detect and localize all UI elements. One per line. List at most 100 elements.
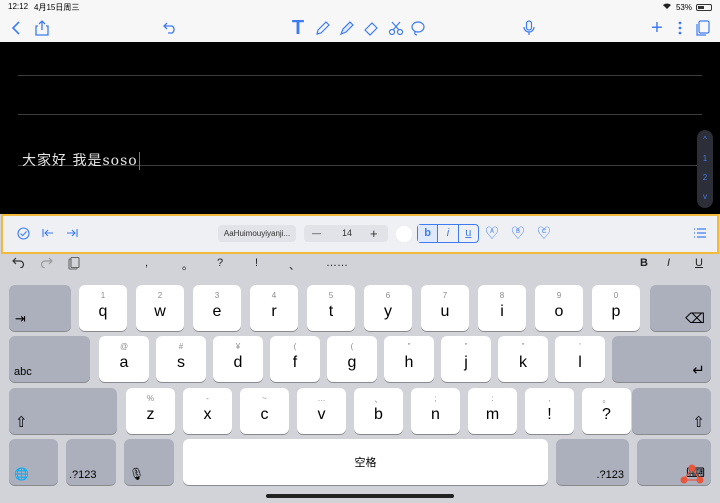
key-r-secondary: 4 [271,291,277,300]
handwritten-text: 大家好 我是soso [22,150,140,170]
key-e-label: e [212,303,222,320]
more-icon[interactable] [670,18,690,38]
page-number-1[interactable]: 1 [697,149,713,168]
key-p[interactable]: 0p [592,285,640,331]
text-tool-icon[interactable]: T [288,17,308,39]
suggestion-question[interactable]: ? [217,257,223,269]
shift-key-left[interactable]: ⇧ [9,388,117,434]
bold-toggle[interactable]: b [418,225,439,242]
key-b[interactable]: 、 b [354,388,403,434]
kb-bold-button[interactable]: B [640,257,648,269]
key-g[interactable]: (g [327,336,377,382]
numbers-key-right[interactable]: .?123 [556,439,629,485]
key-s[interactable]: # s [156,336,206,382]
font-picker[interactable]: AaHuimouyiyanji... [218,225,296,242]
italic-toggle[interactable]: i [438,225,459,242]
key-x[interactable]: -x [183,388,232,434]
key-p-secondary: 0 [613,291,619,300]
delete-key-label: ⌫ [685,310,705,326]
key-z[interactable]: % z [126,388,175,434]
key-?[interactable]: 。? [582,388,631,434]
share-icon[interactable] [32,18,52,38]
key-t[interactable]: 5t [307,285,355,331]
status-time: 12:12 [8,2,29,11]
suggestion-comma[interactable]: , [145,257,148,269]
key-n[interactable]: ; n [411,388,460,434]
pen-icon[interactable] [313,18,333,38]
key-e[interactable]: 3e [193,285,241,331]
suggestion-period[interactable]: 。 [182,257,193,273]
key-k[interactable]: " k [498,336,548,382]
key-m[interactable]: :m [468,388,517,434]
preset-a-label: A [489,229,494,235]
highlighter-icon[interactable] [337,18,357,38]
key-h[interactable]: " h [384,336,434,382]
watermark-logo [677,462,707,486]
scroll-up-icon[interactable]: ^ [697,130,713,149]
suggestion-ellipsis[interactable]: …… [326,257,348,269]
add-icon[interactable]: + [647,17,667,39]
key-o[interactable]: 9o [535,285,583,331]
key-![interactable]: ,! [525,388,574,434]
kb-underline-button[interactable]: U [695,257,703,269]
key-q[interactable]: 1q [79,285,127,331]
space-key-label: 空格 [354,457,377,469]
key-i[interactable]: 8i [478,285,526,331]
key-u[interactable]: 7u [421,285,469,331]
eraser-icon[interactable] [361,18,381,38]
confirm-check-icon[interactable] [14,224,32,242]
key-w[interactable]: 2w [136,285,184,331]
key-f[interactable]: (f [270,336,320,382]
tab-key-label: ⇥ [15,311,26,326]
text-color-swatch[interactable] [396,226,412,242]
wifi-icon [662,2,672,12]
back-chevron-icon[interactable] [6,18,26,38]
space-key[interactable]: 空格 [183,439,548,485]
abc-key[interactable]: abc [9,336,90,382]
font-size-increase-button[interactable]: + [370,225,378,242]
tab-key[interactable]: ⇥ [9,285,71,331]
key-g-secondary: ( [350,342,354,351]
underline-toggle[interactable]: u [459,225,478,242]
key-r[interactable]: 4r [250,285,298,331]
key-a[interactable]: @ a [99,336,149,382]
kb-italic-button[interactable]: I [667,257,670,269]
key-c[interactable]: ~ c [240,388,289,434]
key-l[interactable]: ' l [555,336,605,382]
align-left-indent-icon[interactable] [39,224,57,242]
list-icon[interactable] [691,224,709,242]
key-v[interactable]: … v [297,388,346,434]
key-h-secondary: " [407,342,411,351]
page-number-2[interactable]: 2 [697,168,713,187]
writing-canvas[interactable]: 大家好 我是soso ^ 1 2 v [0,42,720,214]
delete-key[interactable]: ⌫ [650,285,711,331]
kb-paste-icon[interactable] [68,256,80,273]
align-right-indent-icon[interactable] [63,224,81,242]
globe-key[interactable]: 🌐 [9,439,58,485]
return-key-label: ↵ [692,362,705,379]
kb-undo-icon[interactable] [12,257,25,271]
battery-percent: 53% [675,2,692,12]
suggestion-dunhao[interactable]: 、 [289,257,300,273]
preset-heart-c[interactable]: ♡ C [534,224,554,243]
key-d[interactable]: ¥ d [213,336,263,382]
scroll-down-icon[interactable]: v [697,187,713,206]
microphone-icon[interactable] [519,18,539,38]
dictation-key[interactable]: 🎙 [124,439,174,485]
suggestion-exclaim[interactable]: ! [255,257,258,269]
status-bar: 12:12 4月15日周三 53% [0,0,720,14]
return-key[interactable]: ↵ [612,336,711,382]
key-y[interactable]: 6y [364,285,412,331]
shift-key-right[interactable]: ⇧ [632,388,711,434]
pages-icon[interactable] [693,18,713,38]
font-size-decrease-button[interactable]: — [312,225,321,242]
key-j[interactable]: " j [441,336,491,382]
scissors-icon[interactable] [386,18,406,38]
numbers-key-left[interactable]: .?123 [66,439,116,485]
lasso-icon[interactable] [408,18,428,38]
undo-icon[interactable] [160,18,180,38]
preset-heart-a[interactable]: ♡ A [482,224,502,243]
page-scroller[interactable]: ^ 1 2 v [697,130,713,208]
preset-heart-b[interactable]: ♡ B [508,224,528,243]
kb-redo-icon[interactable] [40,257,53,271]
